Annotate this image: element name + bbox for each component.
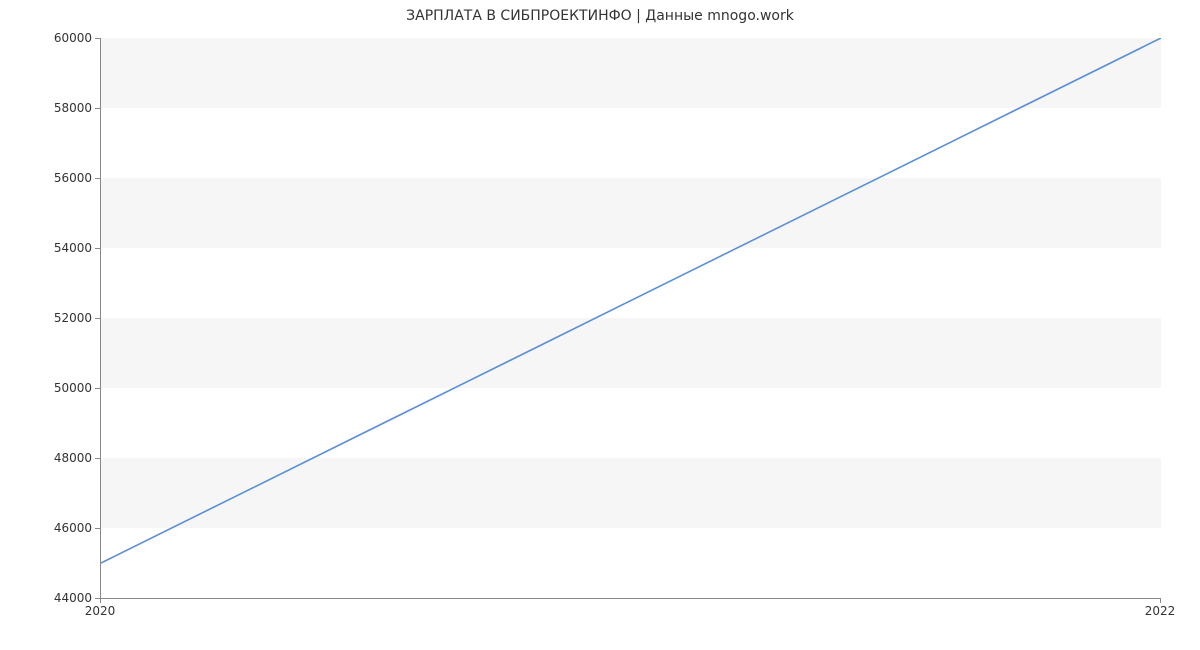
- line-layer: [101, 38, 1161, 598]
- y-tick-label: 52000: [54, 311, 92, 325]
- y-tick-label: 44000: [54, 591, 92, 605]
- y-tick-label: 56000: [54, 171, 92, 185]
- x-tick-label: 2022: [1145, 604, 1176, 618]
- y-tick-label: 48000: [54, 451, 92, 465]
- chart-title: ЗАРПЛАТА В СИБПРОЕКТИНФО | Данные mnogo.…: [0, 8, 1200, 24]
- y-tick-label: 60000: [54, 31, 92, 45]
- chart-container: ЗАРПЛАТА В СИБПРОЕКТИНФО | Данные mnogo.…: [0, 0, 1200, 650]
- y-tick-label: 54000: [54, 241, 92, 255]
- y-tick-label: 58000: [54, 101, 92, 115]
- series-salary: [101, 38, 1161, 563]
- plot-area: [100, 38, 1161, 599]
- y-tick-label: 46000: [54, 521, 92, 535]
- y-tick-label: 50000: [54, 381, 92, 395]
- x-tick-label: 2020: [85, 604, 116, 618]
